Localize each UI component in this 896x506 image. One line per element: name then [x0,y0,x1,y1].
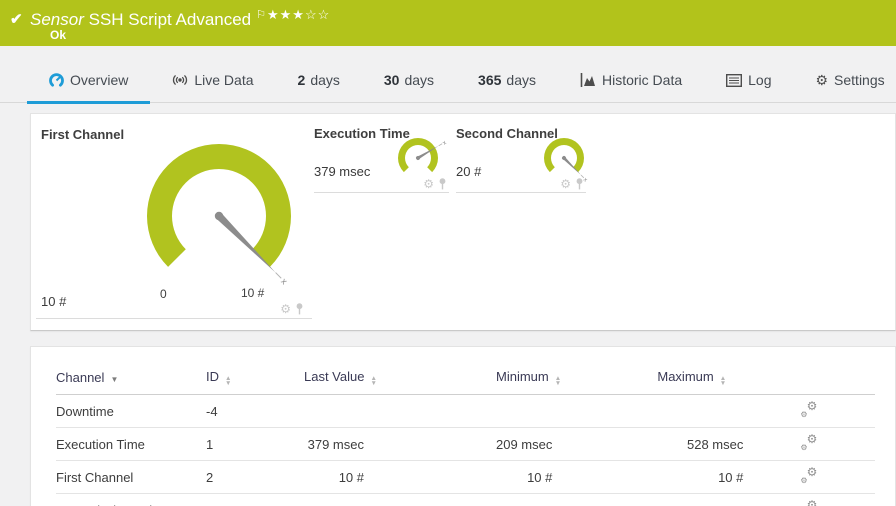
gauge-current-value: 20 # [456,164,482,179]
tab-label: days [506,72,536,88]
table-header-row: Channel ▼ ID ▲ ▼ Last Value ▲ ▼ Minimum ▲ ▼ Max… [56,369,876,395]
cell-minimum: 209 msec [496,427,658,461]
gear-icon: ⚙ [815,72,829,88]
tab-label: days [404,72,435,88]
stars-empty[interactable]: ☆☆ [305,7,330,22]
sort-desc-icon[interactable]: ▼ [110,376,118,384]
status-badge: Ok [50,28,67,42]
tab-label: Settings [834,72,885,88]
cell-last-value [304,394,496,428]
sort-icon[interactable]: ▲ ▼ [555,375,561,387]
stars-filled[interactable]: ★★★ [267,7,305,22]
priority-flag-icon[interactable]: ⚐ [256,9,266,21]
overview-gauges-panel: First Channel x 0 10 # 10 # ⚙ Execution … [30,113,896,331]
tab-label: Historic Data [601,72,683,88]
sort-icon[interactable]: ▲ ▼ [720,375,726,387]
tab-number: 2 [297,72,306,88]
gauge-scale-max: 10 # [241,286,265,300]
tab-live-data[interactable]: Live Data [150,72,275,102]
cell-id: 1 [206,427,304,461]
cell-maximum: 10 # [657,460,786,494]
sort-icon[interactable]: ▲ ▼ [225,375,231,387]
sensor-type-label: Sensor [30,10,84,29]
tab-overview[interactable]: Overview [27,72,151,104]
tab-label: days [310,72,340,88]
tab-label: Live Data [194,72,254,88]
cell-channel[interactable]: Downtime [56,394,206,428]
header-minimum[interactable]: Minimum ▲ ▼ [496,369,658,395]
header-channel[interactable]: Channel ▼ [56,369,206,395]
tab-historic-data[interactable]: Historic Data [558,72,704,102]
page-title: Sensor SSH Script Advanced ⚐ [30,8,266,30]
channel-settings-icon[interactable]: ⚙⚙ [800,465,817,485]
gauge-icon [49,72,64,87]
live-data-icon [173,75,188,85]
cell-id: -4 [206,394,304,428]
cell-id: 3 [206,493,304,506]
channels-table-panel: Channel ▼ ID ▲ ▼ Last Value ▲ ▼ Minimum ▲ ▼ Max… [30,346,896,506]
cell-minimum: 20 # [496,493,658,506]
sensor-tabbar: Overview Live Data 2 days 30 days 365 da… [0,46,896,104]
channel-settings-icon[interactable]: ⚙⚙ [800,498,818,506]
header-last-value[interactable]: Last Value ▲ ▼ [304,369,496,395]
gauge-tools: ⚙ [280,303,304,315]
tab-log[interactable]: Log [704,72,793,102]
cell-minimum: 10 # [496,460,658,494]
gauge-tools: ⚙ [560,178,584,190]
cell-minimum [496,394,658,428]
cell-channel[interactable]: Execution Time [56,427,206,461]
tab-number: 365 [478,72,502,88]
gauge-title: First Channel [41,127,125,142]
tab-label: Overview [70,72,129,88]
priority-stars[interactable]: ★★★☆☆ [267,7,330,23]
cell-last-value: 379 msec [304,427,496,461]
pin-icon[interactable] [295,303,304,315]
gauge-tools: ⚙ [423,178,447,190]
pin-icon[interactable] [438,178,447,190]
sensor-status-banner: ✔ Sensor SSH Script Advanced ⚐ ★★★☆☆ Ok [0,0,896,46]
table-row-execution-time[interactable]: Execution Time 1 379 msec 209 msec 528 m… [56,427,876,461]
channel-gear-icon[interactable]: ⚙ [423,178,434,190]
channels-table: Channel ▼ ID ▲ ▼ Last Value ▲ ▼ Minimum ▲ ▼ Max… [56,369,876,506]
channel-settings-icon[interactable]: ⚙⚙ [800,432,817,452]
tab-30-days[interactable]: 30 days [362,72,456,102]
gauge-scale-min: 0 [160,287,167,301]
ok-check-icon: ✔ [10,11,23,28]
cell-last-value: 20 # [304,493,496,506]
cell-last-value: 10 # [304,460,496,494]
gauge-cell-first-channel: First Channel x 0 10 # 10 # ⚙ [36,120,312,319]
svg-text:x: x [442,140,448,147]
cell-id: 2 [206,460,304,494]
gauge-current-value: 10 # [41,294,67,309]
tab-365-days[interactable]: 365 days [456,72,558,102]
tab-number: 30 [383,72,400,88]
table-row-second-channel[interactable]: Second Channel 3 20 # 20 # 20 # ⚙⚙ [56,493,876,506]
gauge-current-value: 379 msec [314,164,371,179]
header-actions [785,369,876,395]
sort-icon[interactable]: ▲ ▼ [370,375,376,387]
channel-gear-icon[interactable]: ⚙ [280,303,291,315]
cell-maximum: 528 msec [657,427,786,461]
cell-maximum [657,394,786,428]
channel-settings-icon[interactable]: ⚙⚙ [800,399,817,419]
channel-gear-icon[interactable]: ⚙ [560,178,571,190]
table-row-first-channel[interactable]: First Channel 2 10 # 10 # 10 # ⚙ ⚙ [56,460,876,494]
header-id[interactable]: ID ▲ ▼ [206,369,304,395]
sensor-name: SSH Script Advanced [88,10,252,29]
pin-icon[interactable] [575,178,584,190]
gauge-cell-execution-time: Execution Time x 379 msec ⚙ [314,120,449,193]
tab-2-days[interactable]: 2 days [276,72,362,102]
tab-settings[interactable]: ⚙ Settings [793,72,896,102]
tab-label: Log [748,72,772,88]
area-chart-icon [580,73,595,87]
cell-channel[interactable]: First Channel [56,460,206,494]
gauge-cell-second-channel: Second Channel x 20 # ⚙ [456,120,588,193]
log-list-icon [726,73,743,87]
first-channel-gauge: x [147,143,291,287]
header-maximum[interactable]: Maximum ▲ ▼ [657,369,786,395]
cell-channel[interactable]: Second Channel [56,493,206,506]
cell-maximum: 20 # [657,493,786,506]
table-row-downtime[interactable]: Downtime -4 ⚙ ⚙ [56,394,876,428]
